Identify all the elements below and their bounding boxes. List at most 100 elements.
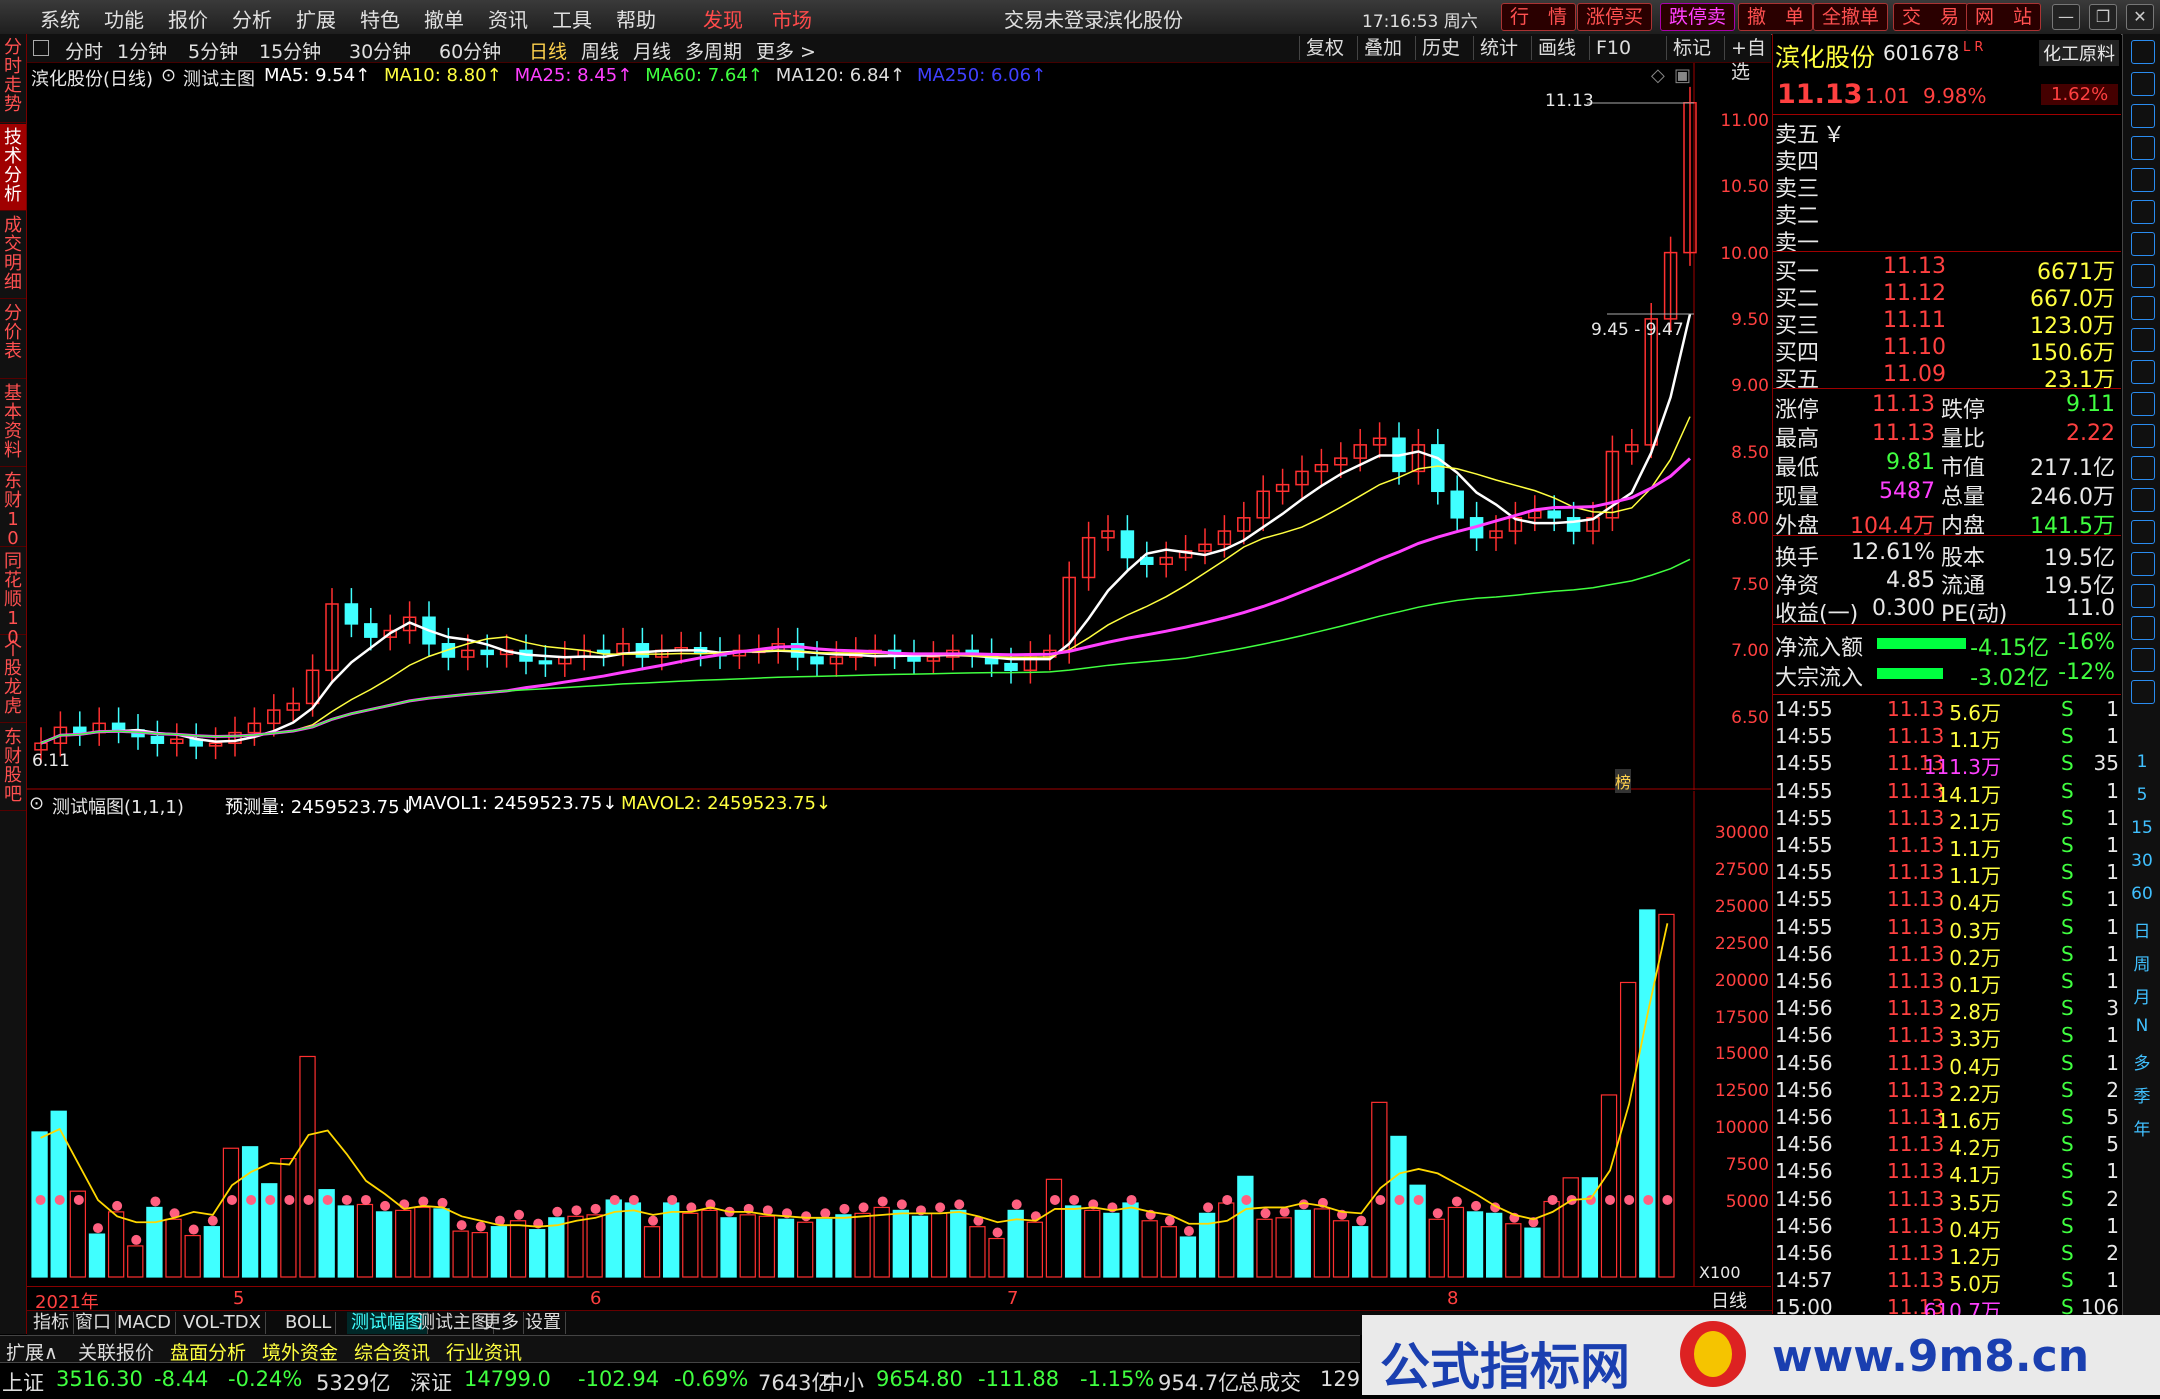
- left-tab[interactable]: 分价表: [0, 300, 26, 379]
- trade-button[interactable]: 撤 单: [1738, 3, 1814, 31]
- period-tab[interactable]: 分时: [65, 37, 103, 64]
- close-icon[interactable]: ✕: [2126, 4, 2154, 30]
- menu-item[interactable]: 系统: [40, 4, 80, 33]
- sidebar-tool-icon[interactable]: [2131, 392, 2155, 416]
- left-tab[interactable]: 东财10: [0, 468, 26, 548]
- trade-button[interactable]: 跌停卖: [1660, 3, 1736, 31]
- minimize-icon[interactable]: —: [2052, 4, 2080, 30]
- ext-tab[interactable]: 综合资讯: [350, 1338, 434, 1365]
- period-shortcut[interactable]: 年: [2123, 1115, 2160, 1140]
- period-shortcut[interactable]: N: [2123, 1016, 2160, 1036]
- indicator-tab[interactable]: BOLL: [281, 1312, 337, 1334]
- trade-button[interactable]: 交 易: [1893, 3, 1969, 31]
- period-shortcut[interactable]: 多: [2123, 1049, 2160, 1074]
- trade-button[interactable]: 全撤单: [1813, 3, 1889, 31]
- main-chart-panel[interactable]: 滨化股份(日线) ⊙ 测试主图 MA5: 9.54↑ MA10: 8.80↑ MA2…: [27, 63, 1771, 793]
- left-tab[interactable]: 同花顺10: [0, 548, 26, 647]
- ext-tab[interactable]: 盘面分析: [166, 1338, 250, 1365]
- trade-button[interactable]: 行 情: [1501, 3, 1577, 31]
- main-indicator-name[interactable]: 测试主图: [183, 65, 255, 91]
- period-tab[interactable]: 周线: [581, 37, 619, 64]
- toolbar-button[interactable]: 标记: [1666, 36, 1717, 60]
- trade-button[interactable]: 网 站: [1966, 3, 2042, 31]
- period-tab[interactable]: 1分钟: [117, 37, 167, 64]
- period-shortcut[interactable]: 60: [2123, 884, 2160, 904]
- ext-tab[interactable]: 行业资讯: [442, 1338, 526, 1365]
- toolbar-button[interactable]: 叠加: [1357, 36, 1408, 60]
- toolbar-button[interactable]: F10: [1589, 36, 1637, 60]
- period-tab[interactable]: 多周期: [685, 37, 742, 64]
- trade-button[interactable]: 涨停买: [1577, 3, 1653, 31]
- menu-item[interactable]: 资讯: [488, 4, 528, 33]
- period-shortcut[interactable]: 5: [2123, 785, 2160, 805]
- sub-chart-title[interactable]: 测试幅图(1,1,1): [52, 793, 184, 819]
- bid-row[interactable]: 买四 11.10 150.6万: [1773, 335, 2121, 366]
- menu-item[interactable]: 帮助: [616, 4, 656, 33]
- restore-icon[interactable]: ❐: [2089, 4, 2117, 30]
- menu-market[interactable]: 市场: [772, 4, 812, 33]
- menu-item[interactable]: 工具: [552, 4, 592, 33]
- sidebar-tool-icon[interactable]: [2131, 648, 2155, 672]
- sidebar-tool-icon[interactable]: [2131, 40, 2155, 64]
- menu-item[interactable]: 扩展: [296, 4, 336, 33]
- bid-row[interactable]: 买二 11.12 667.0万: [1773, 281, 2121, 312]
- period-tab[interactable]: 月线: [633, 37, 671, 64]
- indicator-tab[interactable]: MACD: [113, 1312, 176, 1334]
- indicator-tab[interactable]: 指标: [29, 1312, 74, 1334]
- ext-tab[interactable]: 扩展∧: [2, 1338, 62, 1365]
- sidebar-tool-icon[interactable]: [2131, 680, 2155, 704]
- indicator-tab[interactable]: 窗口: [71, 1312, 116, 1334]
- price-chart[interactable]: [27, 63, 1771, 790]
- period-shortcut[interactable]: 1: [2123, 752, 2160, 772]
- period-tab[interactable]: 15分钟: [259, 37, 321, 64]
- indicator-tab[interactable]: VOL-TDX: [179, 1312, 266, 1334]
- toolbar-button[interactable]: 统计: [1473, 36, 1524, 60]
- sidebar-tool-icon[interactable]: [2131, 168, 2155, 192]
- menu-item[interactable]: 分析: [232, 4, 272, 33]
- toolbar-button[interactable]: 历史: [1415, 36, 1466, 60]
- ask-row[interactable]: 卖一: [1773, 225, 2121, 256]
- sidebar-tool-icon[interactable]: [2131, 200, 2155, 224]
- period-shortcut[interactable]: 周: [2123, 950, 2160, 975]
- sidebar-tool-icon[interactable]: [2131, 296, 2155, 320]
- ask-row[interactable]: 卖三: [1773, 171, 2121, 202]
- left-tab[interactable]: 基本资料: [0, 380, 26, 467]
- toolbar-button[interactable]: 画线: [1531, 36, 1582, 60]
- bid-row[interactable]: 买一 11.13 6671万: [1773, 254, 2121, 285]
- bid-row[interactable]: 买五 11.09 23.1万: [1773, 362, 2121, 393]
- period-tab[interactable]: 60分钟: [439, 37, 501, 64]
- menu-item[interactable]: 特色: [360, 4, 400, 33]
- sidebar-tool-icon[interactable]: [2131, 488, 2155, 512]
- period-shortcut[interactable]: 季: [2123, 1082, 2160, 1107]
- sidebar-tool-icon[interactable]: [2131, 456, 2155, 480]
- sub-indicator-settings-icon[interactable]: ⊙: [29, 793, 44, 814]
- menu-discover[interactable]: 发现: [703, 4, 743, 33]
- dragon-tiger-badge[interactable]: 榜: [1615, 769, 1632, 793]
- sub-chart-panel[interactable]: ⊙ 测试幅图(1,1,1) 预测量: 2459523.75↓ MAVOL1: 24…: [27, 791, 1771, 1286]
- ask-row[interactable]: 卖五 ￥: [1773, 117, 2121, 148]
- toolbar-button[interactable]: +自选: [1724, 36, 1772, 83]
- sidebar-tool-icon[interactable]: [2131, 328, 2155, 352]
- bid-row[interactable]: 买三 11.11 123.0万: [1773, 308, 2121, 339]
- left-tab[interactable]: 分时走势: [0, 34, 26, 123]
- left-tab[interactable]: 东财股吧: [0, 724, 26, 811]
- sidebar-tool-icon[interactable]: [2131, 616, 2155, 640]
- layout-toggle-icon[interactable]: [33, 40, 49, 56]
- ext-tab[interactable]: 关联报价: [74, 1338, 158, 1365]
- period-tab[interactable]: 更多 >: [756, 37, 816, 64]
- period-shortcut[interactable]: 日: [2123, 917, 2160, 942]
- sector-name[interactable]: 化工原料: [2039, 40, 2119, 66]
- expand-icon[interactable]: ▣: [1674, 65, 1691, 86]
- volume-chart[interactable]: [27, 791, 1771, 1286]
- ext-tab[interactable]: 境外资金: [258, 1338, 342, 1365]
- sidebar-tool-icon[interactable]: [2131, 232, 2155, 256]
- menu-item[interactable]: 撤单: [424, 4, 464, 33]
- ask-row[interactable]: 卖二: [1773, 198, 2121, 229]
- toolbar-button[interactable]: 复权: [1299, 36, 1350, 60]
- menu-item[interactable]: 报价: [168, 4, 208, 33]
- diamond-icon[interactable]: ◇: [1651, 65, 1665, 86]
- indicator-settings-icon[interactable]: ⊙: [161, 65, 176, 86]
- left-tab[interactable]: 个股龙虎: [0, 636, 26, 723]
- period-tab[interactable]: 5分钟: [188, 37, 238, 64]
- sidebar-tool-icon[interactable]: [2131, 264, 2155, 288]
